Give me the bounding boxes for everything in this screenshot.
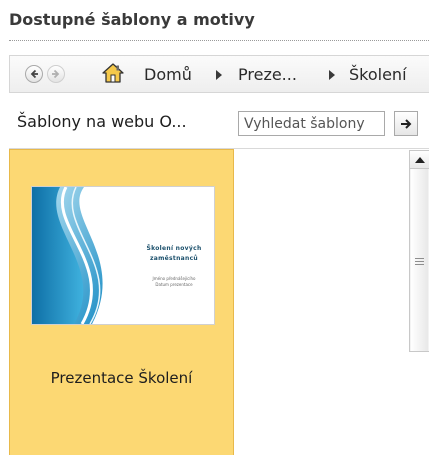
grip-line xyxy=(415,258,424,259)
section-heading: Dostupné šablony a motivy xyxy=(9,10,255,29)
triangle-up-icon xyxy=(414,156,425,163)
vertical-scrollbar[interactable] xyxy=(409,150,429,352)
arrow-right-icon xyxy=(52,69,60,79)
breadcrumb-training[interactable]: Školení xyxy=(349,65,407,84)
arrow-left-icon xyxy=(30,69,38,79)
grip-line xyxy=(415,261,424,262)
template-caption: Prezentace Školení xyxy=(50,369,193,387)
thumbnail-subtitle-line-2: Datum prezentace xyxy=(155,282,193,287)
template-tile[interactable]: Školení nových zaměstnanců Jméno přednáš… xyxy=(9,149,234,455)
online-templates-label: Šablony na webu O... xyxy=(17,112,187,131)
thumbnail-subtitle: Jméno přednášejícího Datum prezentace xyxy=(137,276,211,288)
breadcrumb-separator-icon[interactable] xyxy=(329,70,335,80)
home-icon[interactable] xyxy=(102,63,124,87)
thumbnail-title-line-2: zaměstnanců xyxy=(149,255,199,262)
template-thumbnail: Školení nových zaměstnanců Jméno přednáš… xyxy=(31,186,215,325)
search-templates-input[interactable] xyxy=(238,111,385,136)
thumbnail-title: Školení nových zaměstnanců xyxy=(137,244,211,264)
breadcrumb-bar: Domů Preze... Školení xyxy=(9,55,429,93)
scroll-up-button[interactable] xyxy=(410,151,429,169)
breadcrumb-separator-icon[interactable] xyxy=(216,70,222,80)
breadcrumb-presentations[interactable]: Preze... xyxy=(238,65,297,84)
search-go-button[interactable] xyxy=(394,111,418,136)
breadcrumb-home[interactable]: Domů xyxy=(144,65,192,84)
thumbnail-title-line-1: Školení nových xyxy=(146,245,202,252)
back-button[interactable] xyxy=(25,65,43,83)
scrollbar-thumb[interactable] xyxy=(411,169,428,352)
arrow-right-icon xyxy=(401,118,412,129)
heading-divider xyxy=(9,40,429,41)
forward-button[interactable] xyxy=(47,65,65,83)
grip-line xyxy=(415,264,424,265)
